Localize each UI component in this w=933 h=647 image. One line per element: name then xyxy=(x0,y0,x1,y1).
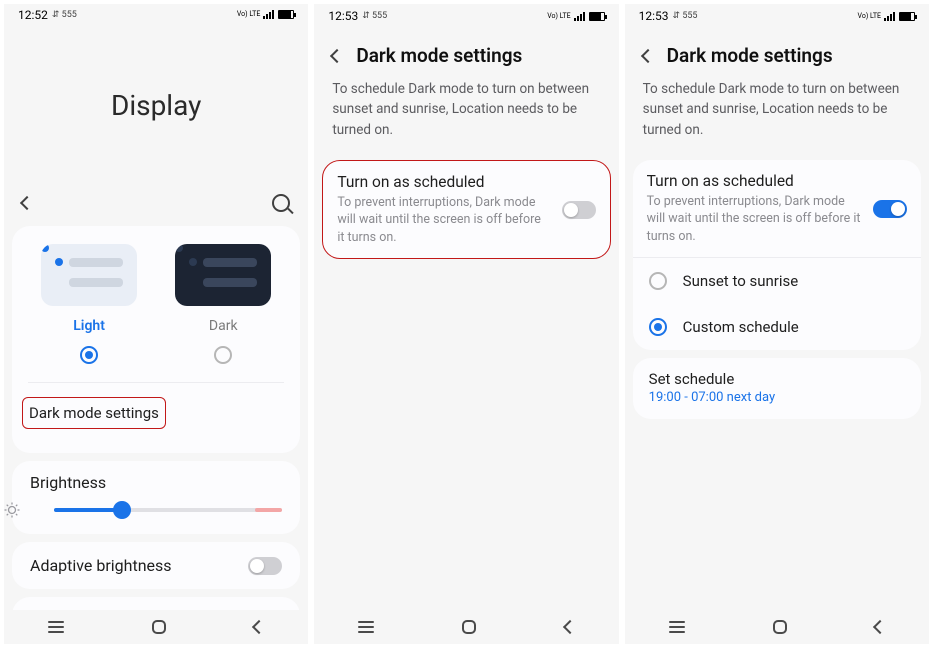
scheduled-toggle[interactable] xyxy=(562,201,596,219)
radio-dark[interactable] xyxy=(214,346,232,364)
page-title: Dark mode settings xyxy=(356,44,522,67)
back-icon[interactable] xyxy=(641,48,655,62)
status-indicators: ⇵ 555 xyxy=(362,11,387,21)
signal-icon xyxy=(263,10,275,19)
status-indicators: ⇵ 555 xyxy=(673,11,698,21)
battery-icon xyxy=(278,10,294,19)
option-custom-label: Custom schedule xyxy=(683,318,799,336)
network-label-icon: Vo) LTE xyxy=(237,11,260,18)
set-schedule-value: 19:00 - 07:00 next day xyxy=(649,390,905,405)
theme-option-light[interactable]: Light xyxy=(22,244,156,364)
scheduled-card: Turn on as scheduled To prevent interrup… xyxy=(633,160,921,351)
status-time: 12:53 xyxy=(639,9,669,23)
signal-icon xyxy=(884,12,896,21)
theme-preview-light xyxy=(41,244,137,306)
nav-back-button[interactable] xyxy=(563,620,577,634)
search-icon[interactable] xyxy=(272,194,290,212)
brightness-card: Brightness xyxy=(12,461,300,534)
option-sunset-label: Sunset to sunrise xyxy=(683,272,799,290)
set-schedule-card: Set schedule 19:00 - 07:00 next day xyxy=(633,358,921,419)
turn-on-scheduled-row[interactable]: Turn on as scheduled To prevent interrup… xyxy=(633,160,921,259)
status-bar: 12:52 ⇵ 555 Vo) LTE xyxy=(4,4,308,25)
nav-bar xyxy=(625,610,929,644)
status-indicators: ⇵ 555 xyxy=(52,10,77,20)
status-time: 12:52 xyxy=(18,8,48,22)
nav-home-button[interactable] xyxy=(462,620,476,634)
screen-dark-mode-settings-on: 12:53 ⇵ 555 Vo) LTE Dark mode settings T… xyxy=(625,4,929,644)
set-schedule-label: Set schedule xyxy=(649,370,905,388)
signal-icon xyxy=(574,12,586,21)
theme-label: Light xyxy=(73,318,105,334)
page-title: Display xyxy=(4,25,308,186)
theme-label: Dark xyxy=(209,318,238,334)
dark-mode-settings-button[interactable]: Dark mode settings xyxy=(22,397,166,429)
set-schedule-row[interactable]: Set schedule 19:00 - 07:00 next day xyxy=(633,358,921,419)
back-icon[interactable] xyxy=(330,48,344,62)
theme-card: Light Dark Dark mode settings xyxy=(12,226,300,453)
screen-dark-mode-settings-off: 12:53 ⇵ 555 Vo) LTE Dark mode settings T… xyxy=(314,4,618,644)
nav-recents-button[interactable] xyxy=(669,626,685,628)
screen-display: 12:52 ⇵ 555 Vo) LTE Display Light xyxy=(4,4,308,644)
scheduled-toggle[interactable] xyxy=(873,200,907,218)
scheduled-desc: To prevent interruptions, Dark mode will… xyxy=(647,193,861,246)
network-label-icon: Vo) LTE xyxy=(858,13,881,20)
battery-icon xyxy=(899,12,915,21)
status-time: 12:53 xyxy=(328,9,358,23)
nav-back-button[interactable] xyxy=(873,620,887,634)
turn-on-scheduled-row[interactable]: Turn on as scheduled To prevent interrup… xyxy=(322,160,610,260)
page-subtitle: To schedule Dark mode to turn on between… xyxy=(625,77,929,156)
option-custom-schedule[interactable]: Custom schedule xyxy=(633,304,921,350)
adaptive-brightness-row[interactable]: Adaptive brightness xyxy=(12,542,300,589)
theme-preview-dark xyxy=(175,244,271,306)
nav-bar xyxy=(314,610,618,644)
nav-home-button[interactable] xyxy=(152,620,166,634)
radio-sunset[interactable] xyxy=(649,272,667,290)
brightness-slider[interactable] xyxy=(54,508,282,512)
scheduled-title: Turn on as scheduled xyxy=(337,173,549,191)
adaptive-brightness-toggle[interactable] xyxy=(248,557,282,575)
adaptive-card: Adaptive brightness xyxy=(12,542,300,589)
brightness-label: Brightness xyxy=(30,473,282,492)
status-bar: 12:53 ⇵ 555 Vo) LTE xyxy=(314,4,618,28)
nav-back-button[interactable] xyxy=(252,620,266,634)
back-icon[interactable] xyxy=(20,196,34,210)
battery-icon xyxy=(589,12,605,21)
scheduled-title: Turn on as scheduled xyxy=(647,172,861,190)
network-label-icon: Vo) LTE xyxy=(547,13,570,20)
nav-recents-button[interactable] xyxy=(48,626,64,628)
nav-home-button[interactable] xyxy=(773,620,787,634)
radio-custom[interactable] xyxy=(649,318,667,336)
scheduled-desc: To prevent interruptions, Dark mode will… xyxy=(337,194,549,247)
page-title: Dark mode settings xyxy=(667,44,833,67)
nav-recents-button[interactable] xyxy=(358,626,374,628)
adaptive-brightness-label: Adaptive brightness xyxy=(30,556,172,575)
option-sunset-to-sunrise[interactable]: Sunset to sunrise xyxy=(633,258,921,304)
status-bar: 12:53 ⇵ 555 Vo) LTE xyxy=(625,4,929,28)
nav-bar xyxy=(4,610,308,644)
page-subtitle: To schedule Dark mode to turn on between… xyxy=(314,77,618,156)
theme-option-dark[interactable]: Dark xyxy=(156,244,290,364)
radio-light[interactable] xyxy=(80,346,98,364)
brightness-sun-icon xyxy=(4,502,20,518)
